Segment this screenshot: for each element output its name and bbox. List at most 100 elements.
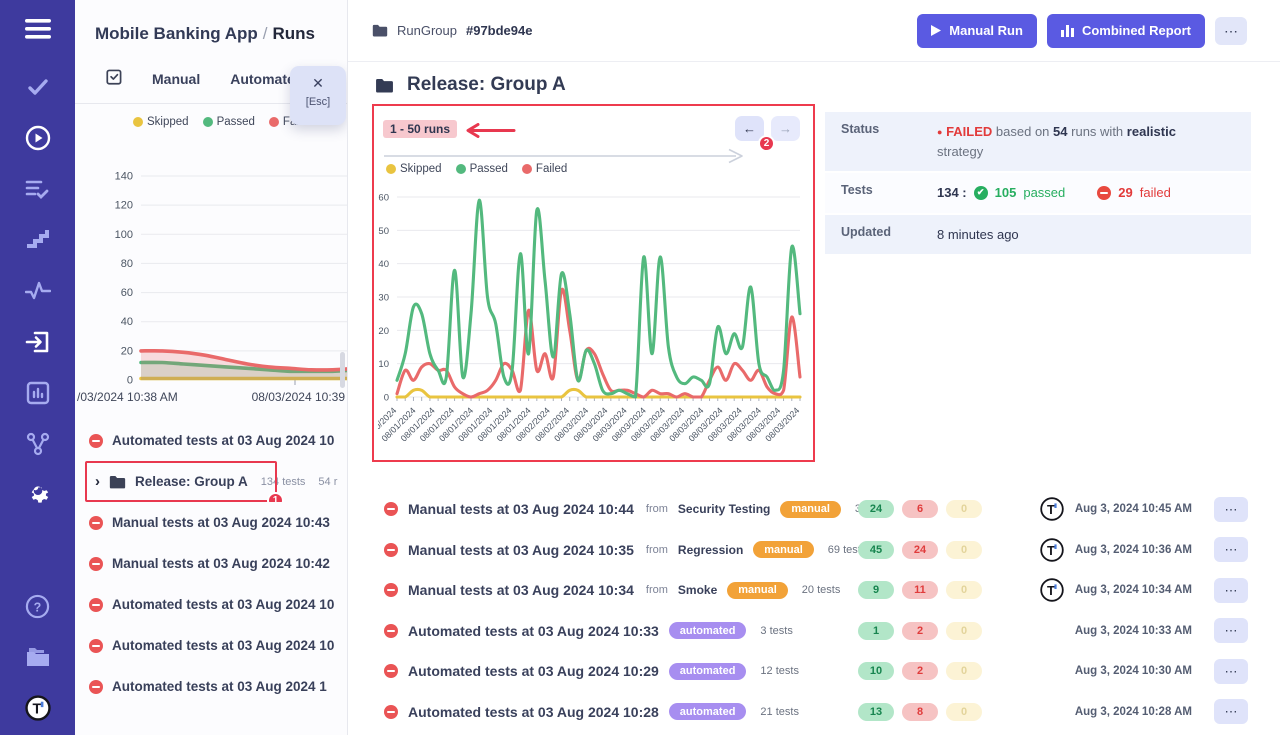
run-row[interactable]: Automated tests at 03 Aug 2024 10:28 aut…	[372, 692, 1264, 733]
failed-chip: 11	[902, 581, 938, 599]
row-more-button[interactable]: ⋯	[1214, 537, 1248, 562]
row-more-button[interactable]: ⋯	[1214, 618, 1248, 643]
app-window: ? T Mobile Banking App/Runs Manual Autom…	[0, 0, 1280, 735]
sign-in-icon[interactable]	[25, 329, 51, 355]
list-item[interactable]: Automated tests at 03 Aug 2024 10	[75, 584, 347, 625]
tests-count: 3 tests	[760, 625, 792, 637]
x-label-right: 08/03/2024 10:39	[252, 390, 345, 404]
failed-icon	[384, 502, 398, 516]
failed-icon	[89, 434, 103, 448]
run-title: Manual tests at 03 Aug 2024 10:34	[408, 582, 634, 598]
bar-chart-icon[interactable]	[25, 380, 51, 406]
row-more-button[interactable]: ⋯	[1214, 578, 1248, 603]
run-row[interactable]: Manual tests at 03 Aug 2024 10:34 from S…	[372, 570, 1264, 611]
group-label: Release: Group A	[135, 474, 248, 489]
runs-sidebar: Mobile Banking App/Runs Manual Automated…	[75, 0, 348, 735]
skipped-chip: 0	[946, 541, 982, 559]
esc-tooltip: ✕ [Esc]	[290, 66, 346, 125]
passed-chip: 45	[858, 541, 894, 559]
select-all-icon[interactable]	[103, 69, 122, 88]
run-row[interactable]: Manual tests at 03 Aug 2024 10:35 from R…	[372, 530, 1264, 571]
run-timestamp: Aug 3, 2024 10:34 AM	[1075, 584, 1192, 596]
gear-icon[interactable]	[25, 482, 51, 508]
breadcrumb-label: RunGroup	[397, 23, 457, 38]
result-chips: 9 11 0	[858, 581, 982, 599]
legend-item: Skipped	[133, 116, 189, 128]
steps-icon[interactable]	[25, 227, 51, 253]
run-row[interactable]: Automated tests at 03 Aug 2024 10:33 aut…	[372, 611, 1264, 652]
rungroup-breadcrumb[interactable]: RunGroup #97bde94e	[372, 23, 532, 38]
legend-dot-icon	[456, 164, 466, 174]
tests-count: 12 tests	[760, 665, 799, 677]
failed-chip: 8	[902, 703, 938, 721]
run-type-badge: manual	[780, 501, 841, 518]
project-title[interactable]: Mobile Banking App	[95, 24, 258, 43]
failed-chip: 6	[902, 500, 938, 518]
from-prefix: from	[646, 544, 668, 556]
run-row[interactable]: Automated tests at 03 Aug 2024 10:29 aut…	[372, 651, 1264, 692]
list-item[interactable]: Automated tests at 03 Aug 2024 10	[75, 420, 347, 461]
result-chips: 24 6 0	[858, 500, 982, 518]
group-meta-tests: 134 tests	[261, 476, 306, 488]
run-timestamp: Aug 3, 2024 10:36 AM	[1075, 544, 1192, 556]
list-item[interactable]: Manual tests at 03 Aug 2024 10:43	[75, 502, 347, 543]
svg-text:60: 60	[378, 193, 389, 204]
help-icon[interactable]: ?	[25, 593, 51, 619]
skipped-chip: 0	[946, 662, 982, 680]
svg-text:T: T	[1047, 502, 1055, 517]
list-item[interactable]: Manual tests at 03 Aug 2024 10:42	[75, 543, 347, 584]
run-title: Automated tests at 03 Aug 2024 10:29	[408, 663, 659, 679]
result-chips: 45 24 0	[858, 541, 982, 559]
combined-report-button[interactable]: Combined Report	[1047, 14, 1205, 48]
branch-icon[interactable]	[25, 431, 51, 457]
failed-icon	[89, 516, 103, 530]
list-item[interactable]: Automated tests at 03 Aug 2024 1	[75, 666, 347, 707]
tests-row: Tests 134 : ✔ 105 passed 29 failed	[825, 171, 1251, 215]
manual-run-button[interactable]: Manual Run	[917, 14, 1037, 48]
skipped-chip: 0	[946, 500, 982, 518]
run-row[interactable]: Manual tests at 03 Aug 2024 10:44 from S…	[372, 489, 1264, 530]
run-label: Automated tests at 03 Aug 2024 10	[112, 433, 334, 448]
activity-icon[interactable]	[25, 278, 51, 304]
row-more-button[interactable]: ⋯	[1214, 659, 1248, 684]
chevron-right-icon[interactable]: ›	[95, 473, 100, 490]
run-type-badge: automated	[669, 622, 747, 639]
row-more-button[interactable]: ⋯	[1214, 699, 1248, 724]
check-icon[interactable]	[25, 74, 51, 100]
scrollbar-thumb[interactable]	[340, 352, 345, 388]
tab-manual[interactable]: Manual	[152, 71, 200, 87]
run-rows: Manual tests at 03 Aug 2024 10:44 from S…	[372, 489, 1264, 732]
page-title: Runs	[273, 24, 316, 43]
failed-chip: 24	[902, 541, 938, 559]
more-options-button[interactable]: ⋯	[1215, 17, 1247, 45]
menu-icon[interactable]	[25, 16, 51, 42]
svg-text:140: 140	[115, 171, 133, 183]
tests-count: 20 tests	[802, 584, 841, 596]
from-prefix: from	[646, 503, 668, 515]
minus-circle-icon	[1097, 186, 1111, 200]
play-circle-icon[interactable]	[25, 125, 51, 151]
testomat-logo-icon[interactable]: T	[25, 695, 51, 721]
folders-icon[interactable]	[25, 644, 51, 670]
runs-list: Automated tests at 03 Aug 2024 10 › Rele…	[75, 420, 347, 707]
row-more-button[interactable]: ⋯	[1214, 497, 1248, 522]
topbar-actions: Manual Run Combined Report ⋯	[917, 14, 1247, 48]
tests-count: 21 tests	[760, 706, 799, 718]
svg-text:40: 40	[378, 259, 389, 270]
result-chips: 10 2 0	[858, 662, 982, 680]
avatar: T	[1040, 497, 1064, 521]
failed-dot-icon: ●	[937, 127, 942, 137]
list-item[interactable]: Automated tests at 03 Aug 2024 10	[75, 625, 347, 666]
check-circle-icon: ✔	[974, 186, 988, 200]
breadcrumb: Mobile Banking App/Runs	[75, 0, 347, 44]
trend-chart-legend: SkippedPassedFailed	[386, 163, 567, 175]
passed-chip: 1	[858, 622, 894, 640]
failed-icon	[384, 624, 398, 638]
annotation-step-2: 2	[758, 135, 775, 152]
next-page-button[interactable]: →	[771, 116, 800, 141]
close-icon[interactable]: ✕	[290, 75, 346, 92]
run-title: Manual tests at 03 Aug 2024 10:35	[408, 542, 634, 558]
list-check-icon[interactable]	[25, 176, 51, 202]
list-item-group[interactable]: › Release: Group A 134 tests 54 r 1	[75, 461, 347, 502]
legend-item: Passed	[203, 116, 255, 128]
